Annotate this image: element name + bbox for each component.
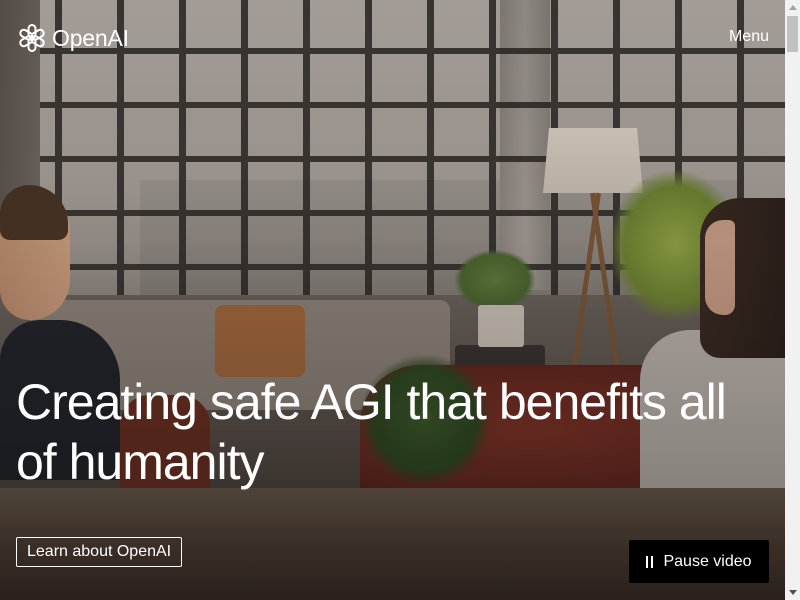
menu-button[interactable]: Menu: [729, 28, 769, 46]
pause-icon: [646, 555, 654, 568]
hero-headline: Creating safe AGI that benefits all of h…: [16, 374, 727, 490]
scroll-thumb[interactable]: [787, 16, 798, 52]
pause-video-button[interactable]: Pause video: [629, 540, 769, 583]
site-header: OpenAI Menu: [0, 0, 785, 76]
vertical-scrollbar[interactable]: [785, 0, 800, 600]
pause-video-label: Pause video: [663, 552, 752, 570]
learn-about-button[interactable]: Learn about OpenAI: [16, 537, 183, 567]
arrow-down-icon: [788, 590, 797, 595]
hero-video: [0, 0, 785, 600]
logo-text: OpenAI: [52, 24, 129, 51]
page: OpenAI Menu Creating safe AGI that benef…: [0, 0, 800, 600]
scroll-up-arrow[interactable]: [785, 0, 800, 15]
openai-blossom-icon: [19, 24, 45, 52]
scroll-down-arrow[interactable]: [785, 585, 800, 600]
arrow-up-icon: [788, 5, 797, 10]
video-overlay: [0, 0, 785, 600]
logo-link[interactable]: OpenAI: [16, 22, 129, 54]
